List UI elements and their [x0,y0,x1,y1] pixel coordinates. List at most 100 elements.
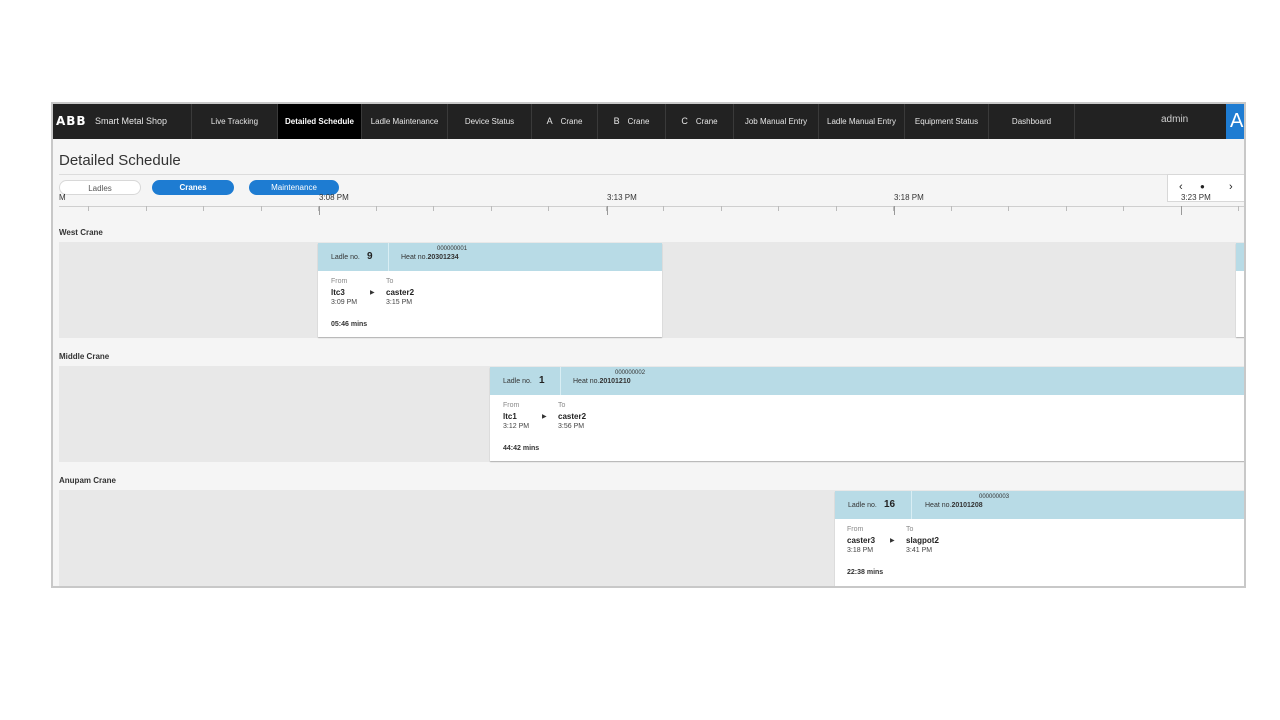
lane-label-middle-crane: Middle Crane [59,352,110,361]
timeline-tick [491,206,492,211]
timeline-tick [721,206,722,211]
page-title: Detailed Schedule [59,152,181,169]
nav-crane-b[interactable]: B Crane [597,104,665,139]
nav-label: Ladle Maintenance [370,117,439,126]
job-card[interactable]: Ladle no. 1 000000002 Heat no.20101210 F… [490,367,1244,461]
to-label: To [386,278,394,285]
abb-logo: ABB [56,114,87,128]
timeline-axis [59,206,1244,207]
ladle-number: 9 [367,251,373,262]
nav-label: Dashboard [1011,117,1052,126]
title-divider [59,174,1244,175]
tick-label: 3:13 PM [607,193,637,202]
ladle-label: Ladle no. [848,502,877,509]
job-duration: 22:38 mins [847,569,884,576]
to-location: caster2 [558,412,587,421]
to-time: 3:56 PM [558,423,585,430]
current-dot-icon[interactable]: ● [1200,182,1205,191]
to-location: caster2 [386,288,415,297]
from-time: 3:18 PM [847,547,874,554]
timeline-tick [203,206,204,211]
from-time: 3:09 PM [331,299,358,306]
arrow-right-icon: ▶ [542,414,547,420]
nav-crane-a[interactable]: A Crane [531,104,597,139]
heat-label: Heat no.20301234 [401,254,459,261]
job-card-header [1236,243,1244,271]
timeline-tick [433,206,434,211]
heat-sequence: 000000001 [437,246,468,252]
nav-label: Crane [695,117,718,126]
app-window: ABB Smart Metal Shop Live Tracking Detai… [51,102,1246,588]
ladle-label: Ladle no. [503,378,532,385]
heat-number: 20101208 [951,502,983,509]
nav-equipment-status[interactable]: Equipment Status [904,104,988,139]
job-card-header: Ladle no. 1 000000002 Heat no.20101210 [490,367,1244,395]
tick-label: 3:08 PM [319,193,349,202]
heat-sequence: 000000003 [979,494,1010,500]
app-name: Smart Metal Shop [95,116,168,126]
nav-ladle-maintenance[interactable]: Ladle Maintenance [361,104,447,139]
nav-device-status[interactable]: Device Status [447,104,531,139]
timeline-tick [548,206,549,211]
to-time: 3:41 PM [906,547,933,554]
timeline-tick [1008,206,1009,211]
timeline-tick [778,206,779,211]
top-nav: ABB Smart Metal Shop Live Tracking Detai… [53,104,1244,139]
heat-label: Heat no.20101208 [925,502,983,509]
timeline-tick [1238,206,1239,211]
nav-label: Equipment Status [914,117,979,126]
nav-job-manual-entry[interactable]: Job Manual Entry [733,104,818,139]
nav-live-tracking[interactable]: Live Tracking [191,104,277,139]
nav-letter: A [546,116,553,126]
job-duration: 05:46 mins [331,321,368,328]
timeline-tick [836,206,837,211]
filter-cranes[interactable]: Cranes [152,180,234,195]
nav-ladle-manual-entry[interactable]: Ladle Manual Entry [818,104,904,139]
nav-label: Detailed Schedule [285,117,354,126]
lane-label-west-crane: West Crane [59,228,103,237]
timeline-tick [663,206,664,211]
nav-letter: C [681,116,688,126]
job-card[interactable]: Ladle no. 16 000000003 Heat no.20101208 … [835,491,1244,586]
timeline-major-tick [894,206,895,215]
job-duration: 44:42 mins [503,445,540,452]
filter-ladles[interactable]: Ladles [59,180,141,195]
job-card-partial[interactable] [1236,243,1244,337]
nav-detailed-schedule[interactable]: Detailed Schedule [277,104,361,139]
timeline-major-tick [319,206,320,215]
ladle-number: 16 [884,499,896,510]
to-label: To [558,402,566,409]
from-location: caster3 [847,536,876,545]
timeline-tick [146,206,147,211]
nav-dashboard[interactable]: Dashboard [988,104,1074,139]
from-time: 3:12 PM [503,423,530,430]
to-location: slagpot2 [906,536,939,545]
lane-label-anupam-crane: Anupam Crane [59,476,116,485]
timeline-tick [951,206,952,211]
tick-label: 3:18 PM [894,193,924,202]
nav-label: Live Tracking [210,117,259,126]
timeline-tick [88,206,89,211]
job-card-header: Ladle no. 16 000000003 Heat no.20101208 [835,491,1244,519]
heat-sequence: 000000002 [615,370,646,376]
to-time: 3:15 PM [386,299,413,306]
timeline-tick [261,206,262,211]
ladle-number: 1 [539,375,545,386]
nav-corner-badge[interactable]: A [1226,104,1244,139]
from-location: ltc3 [331,288,345,297]
tick-label: 3:23 PM [1181,193,1211,202]
nav-label: Crane [560,117,583,126]
job-card[interactable]: Ladle no. 9 000000001 Heat no.20301234 F… [318,243,662,337]
timeline-major-tick [1181,206,1182,215]
prev-arrow-icon[interactable]: ‹ [1179,181,1183,193]
user-menu[interactable]: admin [1161,114,1188,125]
from-label: From [503,402,520,409]
nav-label: Ladle Manual Entry [827,117,896,126]
nav-letter: B [613,116,620,126]
next-arrow-icon[interactable]: › [1229,181,1233,193]
timeline-major-tick [607,206,608,215]
nav-label: Job Manual Entry [744,117,808,126]
arrow-right-icon: ▶ [890,538,895,544]
nav-crane-c[interactable]: C Crane [665,104,733,139]
to-label: To [906,526,914,533]
